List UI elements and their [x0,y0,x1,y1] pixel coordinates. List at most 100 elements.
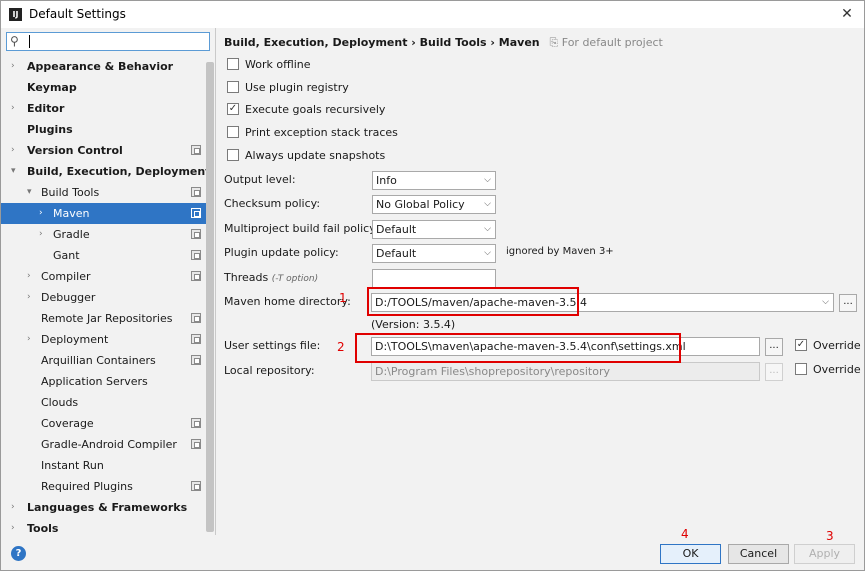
sidebar-item[interactable]: › Compiler [1,266,214,287]
sidebar-item-label: Keymap [27,81,77,94]
sidebar-item[interactable]: Keymap [1,77,214,98]
sidebar-item[interactable]: › Languages & Frameworks [1,497,214,518]
apply-button[interactable]: Apply [794,544,855,564]
chevron-down-icon[interactable]: ▾ [27,182,32,203]
option-checkbox-row[interactable]: Always update snapshots [227,147,385,165]
sidebar-item[interactable]: Plugins [1,119,214,140]
sidebar-item[interactable]: › Debugger [1,287,214,308]
multiproject-policy-select[interactable]: Default ⌵ [372,220,496,239]
sidebar-item-label: Application Servers [41,375,148,388]
project-scope-icon [191,187,201,197]
maven-home-browse-button[interactable]: ... [839,294,857,312]
local-repo-input: D:\Program Files\shoprepository\reposito… [371,362,760,381]
sidebar-item-label: Arquillian Containers [41,354,156,367]
option-checkbox-row[interactable]: Use plugin registry [227,79,349,97]
plugin-update-policy-label: Plugin update policy: [224,246,339,259]
maven-version-text: (Version: 3.5.4) [371,318,456,331]
sidebar-item[interactable]: Application Servers [1,371,214,392]
sidebar-item-label: Plugins [27,123,73,136]
sidebar-item-label: Build, Execution, Deployment [27,165,211,178]
option-checkbox-row[interactable]: Print exception stack traces [227,124,398,142]
option-checkbox-row[interactable]: Work offline [227,56,311,74]
sidebar-item[interactable]: › Deployment [1,329,214,350]
ok-button[interactable]: OK [660,544,721,564]
chevron-right-icon[interactable]: › [11,140,15,161]
plugin-update-note: ignored by Maven 3+ [506,246,614,257]
chevron-right-icon[interactable]: › [11,56,15,77]
sidebar-item[interactable]: › Editor [1,98,214,119]
sidebar-item-label: Compiler [41,270,91,283]
threads-input[interactable] [372,269,496,288]
output-level-select[interactable]: Info ⌵ [372,171,496,190]
sidebar-item[interactable]: › Version Control [1,140,214,161]
sidebar-item[interactable]: Arquillian Containers [1,350,214,371]
local-repo-override[interactable]: Override [795,361,861,379]
chevron-right-icon[interactable]: › [11,518,15,539]
chevron-right-icon[interactable]: › [11,497,15,518]
override-checkbox[interactable]: ✓ [795,339,807,351]
sidebar-item[interactable]: Required Plugins [1,476,214,497]
sidebar-item[interactable]: › Appearance & Behavior [1,56,214,77]
annotation-number: 2 [337,340,345,354]
sidebar-item[interactable]: Gant [1,245,214,266]
sidebar-item-label: Build Tools [41,186,100,199]
sidebar-item[interactable]: › Maven [1,203,214,224]
sidebar-item-label: Gradle-Android Compiler [41,438,177,451]
project-scope-icon [191,271,201,281]
chevron-down-icon: ⌵ [484,175,491,185]
sidebar-item[interactable]: ▾ Build Tools [1,182,214,203]
override-checkbox[interactable] [795,363,807,375]
chevron-right-icon[interactable]: › [27,329,31,350]
checkbox[interactable] [227,149,239,161]
option-checkbox-row[interactable]: ✓ Execute goals recursively [227,101,385,119]
sidebar-item[interactable]: › Tools [1,518,214,539]
checkbox[interactable] [227,81,239,93]
local-repo-label: Local repository: [224,364,315,377]
checkbox[interactable]: ✓ [227,103,239,115]
annotation-number: 4 [681,527,689,541]
threads-label: Threads (-T option) [224,271,319,284]
user-settings-browse-button[interactable]: ... [765,338,783,356]
chevron-right-icon[interactable]: › [11,98,15,119]
checkbox[interactable] [227,58,239,70]
settings-sidebar: ⚲ › Appearance & Behavior Keymap › Editor Plu… [1,28,216,535]
sidebar-item-label: Coverage [41,417,94,430]
checksum-policy-select[interactable]: No Global Policy ⌵ [372,195,496,214]
chevron-right-icon[interactable]: › [39,203,43,224]
sidebar-item[interactable]: Clouds [1,392,214,413]
search-input[interactable]: ⚲ [6,32,210,51]
project-scope-icon [191,313,201,323]
sidebar-item[interactable]: Coverage [1,413,214,434]
checkbox[interactable] [227,126,239,138]
sidebar-item-label: Instant Run [41,459,104,472]
checkbox-label: Print exception stack traces [245,126,398,139]
project-scope-icon [191,439,201,449]
checkbox-label: Use plugin registry [245,81,349,94]
checkbox-label: Execute goals recursively [245,103,386,116]
sidebar-item-label: Editor [27,102,65,115]
sidebar-item[interactable]: › Gradle [1,224,214,245]
sidebar-item[interactable]: Gradle-Android Compiler [1,434,214,455]
help-icon[interactable]: ? [11,546,26,561]
sidebar-item[interactable]: Instant Run [1,455,214,476]
user-settings-override[interactable]: ✓ Override [795,337,861,355]
project-scope-icon [191,145,201,155]
sidebar-item-label: Version Control [27,144,123,157]
close-icon[interactable]: ✕ [832,2,862,26]
output-level-label: Output level: [224,173,296,186]
sidebar-item[interactable]: Remote Jar Repositories [1,308,214,329]
cancel-button[interactable]: Cancel [728,544,789,564]
sidebar-item[interactable]: ▾ Build, Execution, Deployment [1,161,214,182]
maven-settings-panel: Build, Execution, Deployment › Build Too… [217,28,864,535]
chevron-right-icon[interactable]: › [39,224,43,245]
plugin-update-policy-select[interactable]: Default ⌵ [372,244,496,263]
chevron-right-icon[interactable]: › [27,287,31,308]
chevron-down-icon[interactable]: ▾ [11,161,16,182]
project-scope-icon [191,229,201,239]
local-repo-browse-button: ... [765,363,783,381]
sidebar-item-label: Languages & Frameworks [27,501,188,514]
breadcrumb: Build, Execution, Deployment › Build Too… [224,36,663,50]
sidebar-scrollbar[interactable] [206,62,214,532]
chevron-right-icon[interactable]: › [27,266,31,287]
sidebar-item-label: Deployment [41,333,109,346]
